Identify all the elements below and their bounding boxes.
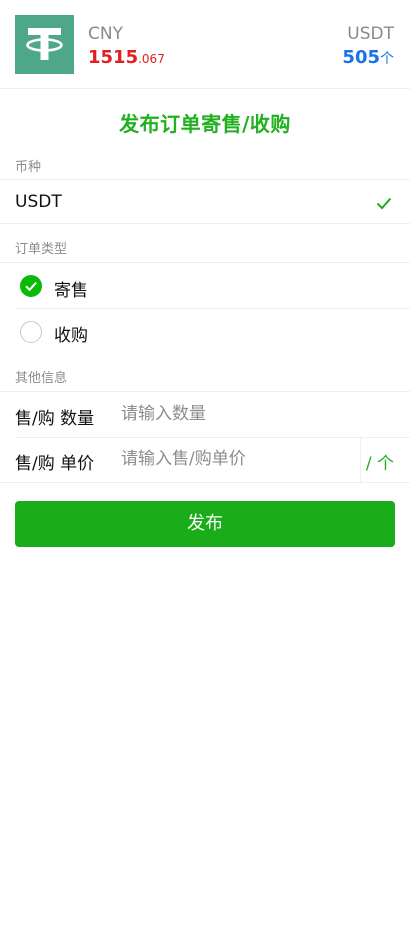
divider (0, 179, 410, 180)
cny-balance-integer: 1515 (88, 47, 139, 68)
price-input[interactable] (121, 447, 351, 471)
divider (0, 482, 410, 483)
order-type-section-label: 订单类型 (15, 242, 68, 257)
usdt-balance-count: 505 (342, 47, 380, 68)
cny-label: CNY (88, 24, 123, 44)
divider (0, 262, 410, 263)
other-info-section-label: 其他信息 (15, 371, 68, 386)
price-unit-suffix: / 个 (365, 454, 394, 474)
usdt-balance: 505个 (342, 47, 394, 68)
cny-balance: 1515.067 (88, 47, 165, 68)
unit-divider (360, 438, 361, 482)
cny-balance-decimal: .067 (138, 52, 165, 66)
divider (0, 391, 410, 392)
quantity-label: 售/购 数量 (15, 409, 95, 429)
checkmark-icon (376, 195, 392, 214)
order-type-consign[interactable]: 寄售 (54, 276, 88, 301)
divider (15, 308, 410, 309)
usdt-balance-unit: 个 (380, 51, 394, 67)
page-title: 发布订单寄售/收购 (119, 112, 291, 136)
publish-button[interactable]: 发布 (15, 501, 395, 547)
order-type-purchase[interactable]: 收购 (54, 321, 88, 346)
currency-section-label: 币种 (15, 160, 42, 175)
asset-header: CNY 1515.067 USDT 505个 (0, 0, 410, 89)
quantity-input[interactable] (121, 402, 391, 426)
radio-checked-icon[interactable] (20, 275, 42, 297)
tether-logo-icon (15, 15, 74, 74)
price-label: 售/购 单价 (15, 454, 95, 474)
radio-unchecked-icon[interactable] (20, 321, 42, 343)
usdt-label: USDT (347, 24, 394, 44)
divider (0, 223, 410, 224)
divider (15, 437, 410, 438)
currency-option-usdt[interactable]: USDT (15, 192, 62, 212)
